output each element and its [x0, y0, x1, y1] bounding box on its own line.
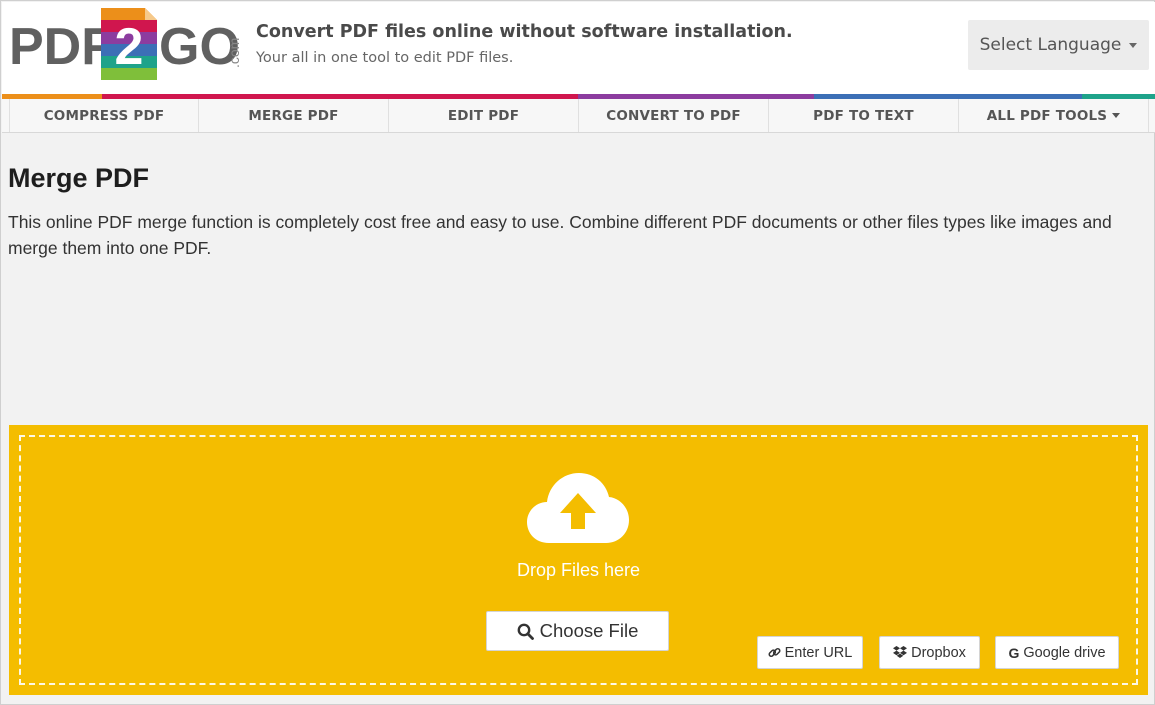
choose-file-button[interactable]: Choose File — [486, 611, 669, 651]
nav-label: COMPRESS PDF — [43, 107, 165, 124]
page-description: This online PDF merge function is comple… — [8, 212, 1112, 258]
nav-label: PDF TO TEXT — [813, 107, 914, 124]
select-language-button[interactable]: Select Language — [968, 20, 1149, 70]
link-icon — [768, 647, 781, 658]
pdf2go-logo[interactable]: PDF 2 GO .com — [9, 8, 241, 82]
enter-url-label: Enter URL — [784, 644, 853, 661]
site-header: PDF 2 GO .com Convert PDF files online w… — [2, 2, 1155, 94]
logo-document-icon: 2 — [101, 8, 157, 80]
dropbox-button[interactable]: Dropbox — [879, 636, 980, 669]
dropbox-label: Dropbox — [911, 644, 966, 661]
browser-viewport: PDF 2 GO .com Convert PDF files online w… — [0, 0, 1155, 705]
logo-text-com: .com — [226, 38, 241, 68]
caret-down-icon — [1112, 113, 1121, 118]
dropbox-icon — [893, 646, 908, 658]
nav-edit-pdf[interactable]: EDIT PDF — [389, 99, 579, 132]
select-language-label: Select Language — [979, 35, 1122, 55]
nav-label: CONVERT TO PDF — [606, 107, 741, 124]
cloud-upload-icon — [527, 473, 629, 543]
search-icon — [517, 623, 534, 640]
logo-text-2: 2 — [115, 18, 144, 76]
google-drive-label: Google drive — [1023, 644, 1106, 661]
main-nav: COMPRESS PDF MERGE PDF EDIT PDF CONVERT … — [2, 99, 1155, 133]
google-icon: G — [1008, 644, 1020, 661]
nav-all-pdf-tools[interactable]: ALL PDF TOOLS — [959, 99, 1149, 132]
caret-down-icon — [1129, 42, 1138, 48]
enter-url-button[interactable]: Enter URL — [757, 636, 863, 669]
upload-dropzone[interactable]: Drop Files here Choose File Enter URL Dr… — [9, 425, 1148, 695]
nav-label: ALL PDF TOOLS — [986, 107, 1108, 124]
nav-pdf-to-text[interactable]: PDF TO TEXT — [769, 99, 959, 132]
nav-label: MERGE PDF — [248, 107, 339, 124]
nav-merge-pdf[interactable]: MERGE PDF — [199, 99, 389, 132]
site-tagline: Convert PDF files online without softwar… — [256, 22, 793, 42]
nav-compress-pdf[interactable]: COMPRESS PDF — [9, 99, 199, 132]
google-drive-button[interactable]: G Google drive — [995, 636, 1119, 669]
nav-convert-to-pdf[interactable]: CONVERT TO PDF — [579, 99, 769, 132]
drop-files-label: Drop Files here — [516, 560, 641, 580]
logo-text-pdf: PDF — [9, 18, 113, 76]
choose-file-label: Choose File — [539, 620, 639, 641]
nav-label: EDIT PDF — [447, 107, 520, 124]
site-subtagline: Your all in one tool to edit PDF files. — [256, 50, 514, 66]
page-title: Merge PDF — [8, 163, 150, 193]
